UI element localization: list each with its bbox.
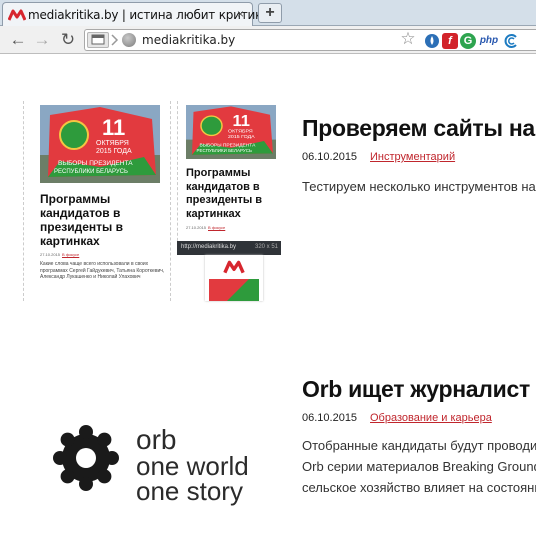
drop-icon[interactable] (424, 33, 440, 49)
orb-logo-icon (53, 425, 119, 491)
poster-year: 2015 ГОДА (96, 148, 132, 155)
new-tab-button[interactable]: + (258, 3, 282, 23)
poster-country: РЕСПУБЛИКИ БЕЛАРУСЬ (54, 169, 128, 175)
navigation-toolbar: ← → ↻ mediakritika.by ☆ f G php (0, 26, 536, 54)
desktop-preview: 11 ОКТЯБРЯ 2015 ГОДА ВЫБОРЫ ПРЕЗИДЕНТА Р… (23, 101, 171, 301)
mobile-poster (209, 279, 259, 301)
tablet-card-title: Программы кандидатов в президенты в карт… (186, 167, 263, 220)
poster-day: 11 (102, 115, 125, 140)
tab-title: mediakritika.by | истина любит критику (28, 8, 270, 22)
poster-month: ОКТЯБРЯ (96, 140, 129, 147)
star-icon[interactable]: ☆ (400, 30, 416, 47)
browser-tab[interactable]: mediakritika.by | истина любит критику × (2, 2, 269, 27)
tablet-preview: 11 ОКТЯБРЯ 2015 ГОДА ВЫБОРЫ ПРЕЗИДЕНТА Р… (177, 101, 281, 251)
reload-icon[interactable]: ↻ (58, 30, 78, 50)
chevron-right-icon (111, 34, 119, 46)
page-content: 11 ОКТЯБРЯ 2015 ГОДА ВЫБОРЫ ПРЕЗИДЕНТА Р… (0, 55, 536, 541)
article-excerpt-line: Orb серии материалов Breaking Ground (302, 459, 536, 474)
wave-icon[interactable] (503, 33, 519, 49)
article-excerpt: Тестируем несколько инструментов на (302, 179, 536, 194)
election-poster-small: 11 ОКТЯБРЯ 2015 ГОДА ВЫБОРЫ ПРЕЗИДЕНТА Р… (186, 105, 276, 159)
tab-close-icon[interactable]: × (237, 7, 244, 21)
poster-year: 2015 ГОДА (228, 134, 255, 140)
desktop-card-date: 27.10.2015 (40, 252, 61, 257)
article-date: 06.10.2015 (302, 412, 358, 424)
mobile-preview-bar: http://mediakritika.by 320 x 51 (177, 241, 281, 255)
mobile-url: http://mediakritika.by (181, 244, 237, 250)
desktop-card-title: Программы кандидатов в президенты в карт… (40, 192, 123, 248)
address-bar[interactable]: mediakritika.by ☆ f G php (84, 29, 536, 51)
article-category-link[interactable]: Образование и карьера (370, 412, 492, 424)
mobile-preview (205, 255, 263, 301)
tablet-card-link: В фокусе (208, 225, 226, 230)
article-excerpt-line: Отобранные кандидаты будут проводит (302, 438, 536, 453)
site-info-button[interactable] (87, 32, 109, 48)
poster-election: ВЫБОРЫ ПРЕЗИДЕНТА (200, 143, 257, 148)
g-extension-icon[interactable]: G (460, 33, 476, 49)
tab-strip: mediakritika.by | истина любит критику ×… (0, 0, 536, 27)
orb-logo-word: orb (136, 424, 177, 455)
article-thumbnail[interactable]: orb one world one story (23, 405, 281, 525)
poster-country: РЕСПУБЛИКИ БЕЛАРУСЬ (197, 148, 253, 153)
orb-logo-tagline-2: one story (136, 476, 243, 506)
f-extension-icon[interactable]: f (442, 33, 458, 49)
article-title[interactable]: Orb ищет журналист (302, 376, 530, 403)
poster-day: 11 (233, 113, 251, 129)
url-text[interactable]: mediakritika.by (142, 33, 235, 47)
poster-election: ВЫБОРЫ ПРЕЗИДЕНТА (58, 160, 133, 167)
php-icon[interactable]: php (477, 33, 501, 49)
article-date: 06.10.2015 (302, 151, 358, 163)
page-icon (91, 34, 105, 45)
election-poster: 11 ОКТЯБРЯ 2015 ГОДА ВЫБОРЫ ПРЕЗИДЕНТА Р… (40, 105, 160, 183)
article-category-link[interactable]: Инструментарий (370, 151, 455, 163)
mobile-size: 320 x 51 (255, 244, 279, 250)
article-thumbnail[interactable]: 11 ОКТЯБРЯ 2015 ГОДА ВЫБОРЫ ПРЕЗИДЕНТА Р… (23, 101, 281, 301)
back-arrow-icon[interactable]: ← (8, 30, 28, 50)
mediakritika-logo-icon (223, 260, 245, 274)
article-excerpt-line: сельское хозяйство влияет на состояни (302, 480, 536, 495)
globe-icon (122, 33, 136, 47)
article-title[interactable]: Проверяем сайты на (302, 115, 535, 142)
desktop-card-link: В фокусе (62, 252, 80, 257)
tablet-card-date: 27.10.2015 (186, 225, 207, 230)
mediakritika-favicon-icon (8, 9, 26, 21)
forward-arrow-icon[interactable]: → (32, 30, 52, 50)
desktop-card-text: Какие слова чаще всего использовали в св… (40, 261, 165, 280)
